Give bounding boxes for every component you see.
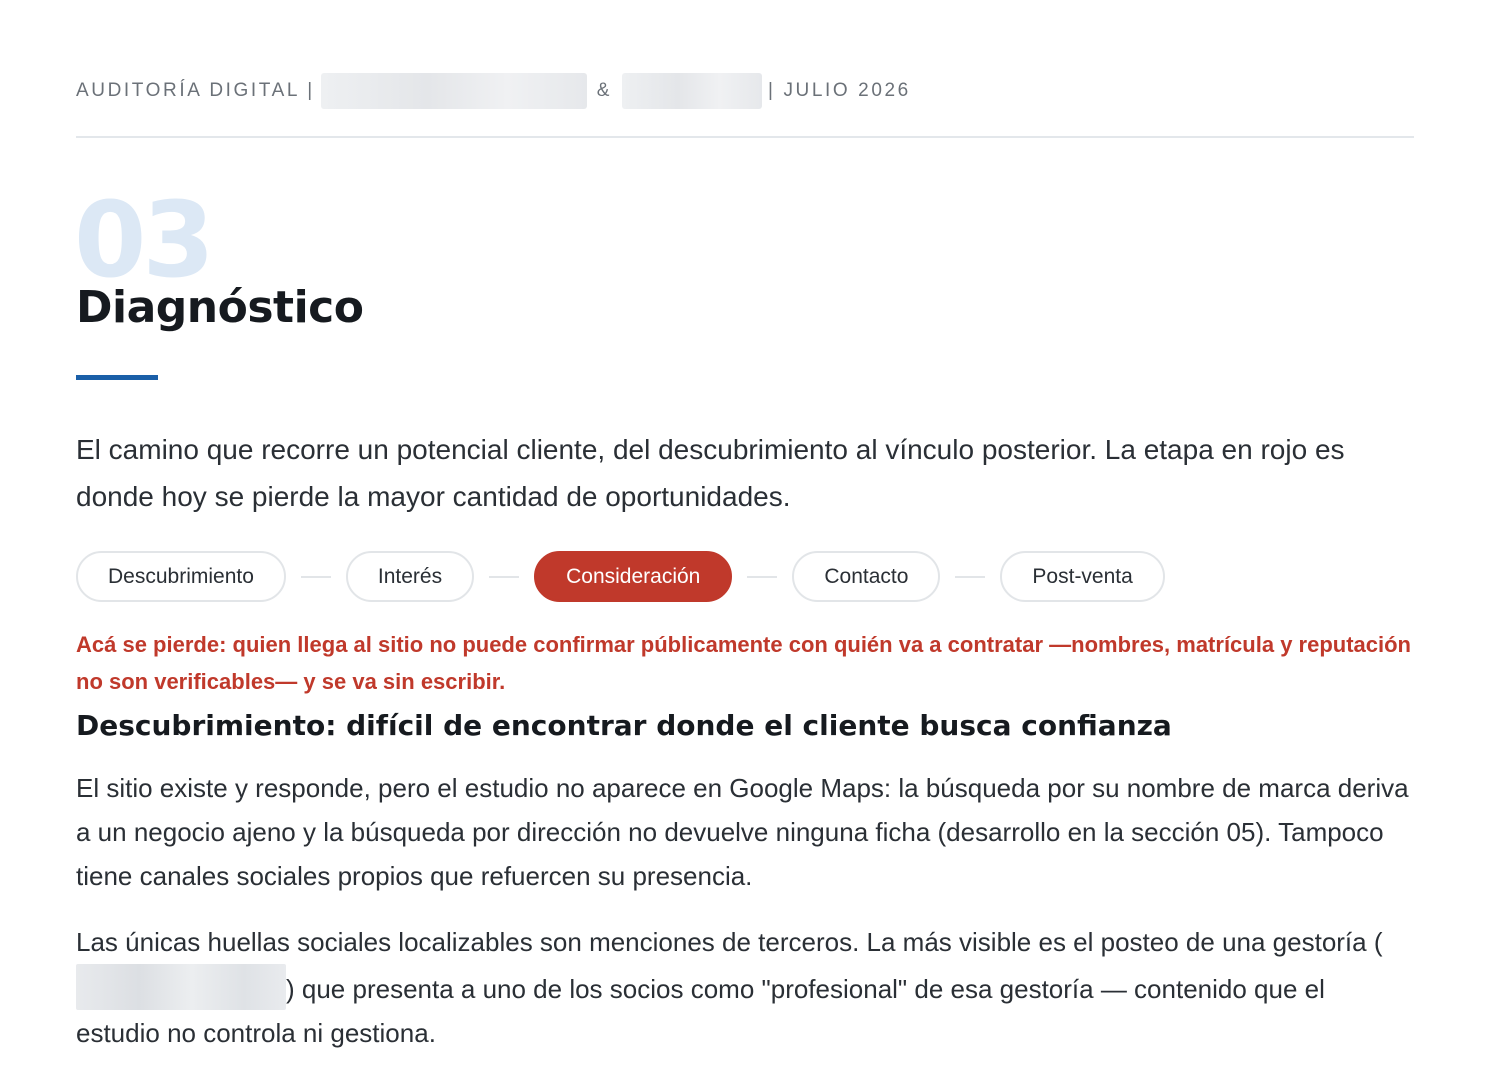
paragraph-text-start: Las únicas huellas sociales localizables… [76, 927, 1383, 957]
loss-point-warning: Acá se pierde: quien llega al sitio no p… [76, 632, 1411, 694]
customer-journey-stepper: Descubrimiento Interés Consideración Con… [76, 549, 1165, 604]
discovery-paragraph: El sitio existe y responde, pero el estu… [76, 773, 1409, 891]
redacted-agency-name [76, 964, 286, 1010]
section-title: Diagnóstico [76, 282, 364, 333]
step-connector [955, 575, 986, 578]
document-header: AUDITORÍA DIGITAL | & | JULIO 2026 [76, 72, 1414, 110]
redacted-partner-name [622, 73, 763, 109]
step-connector [747, 575, 778, 578]
header-ampersand: & [596, 80, 613, 101]
step-connector [489, 575, 520, 578]
social-footprint-paragraph: Las únicas huellas sociales localizables… [76, 920, 1414, 1055]
step-post-venta[interactable]: Post-venta [1000, 551, 1165, 602]
step-connector [300, 575, 331, 578]
header-divider [76, 136, 1414, 138]
section-number: 03 [74, 179, 215, 301]
redacted-client-name [320, 73, 587, 109]
step-consideracion[interactable]: Consideración [534, 551, 733, 602]
step-contacto[interactable]: Contacto [792, 551, 941, 602]
step-interes[interactable]: Interés [345, 551, 475, 602]
header-prefix: AUDITORÍA DIGITAL | [76, 80, 315, 101]
intro-paragraph: El camino que recorre un potencial clien… [76, 434, 1345, 512]
subsection-heading: Descubrimiento: difícil de encontrar don… [76, 709, 1172, 742]
title-underline [76, 375, 158, 380]
step-descubrimiento[interactable]: Descubrimiento [76, 551, 286, 602]
header-suffix: | JULIO 2026 [768, 80, 911, 101]
